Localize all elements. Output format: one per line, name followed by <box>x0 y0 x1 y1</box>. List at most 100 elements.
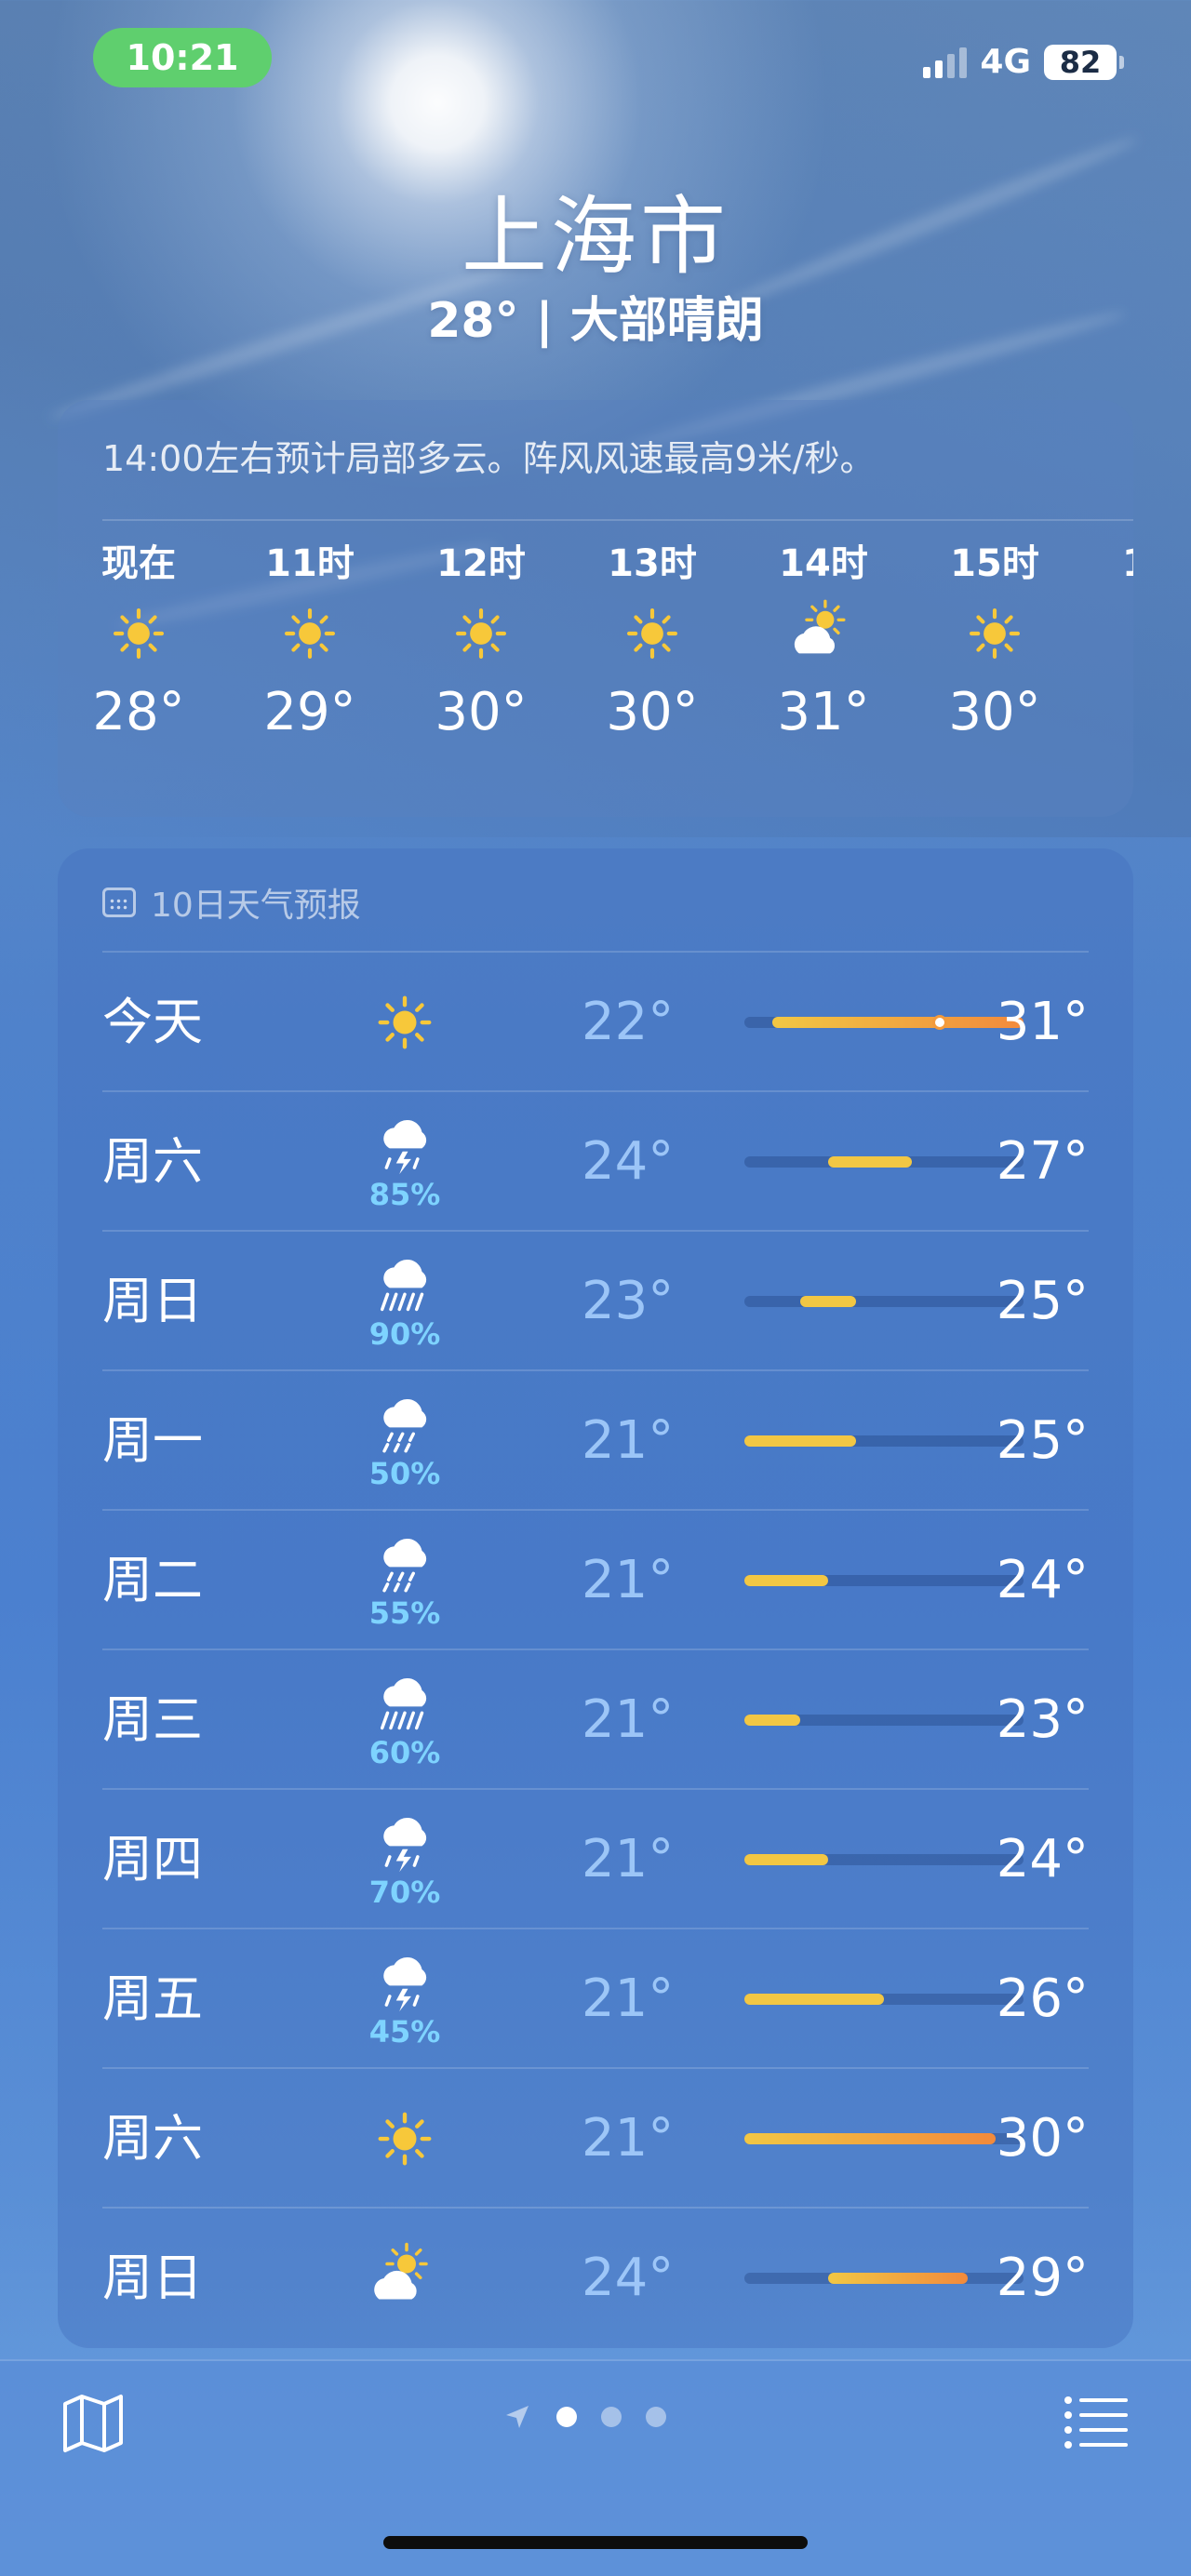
day-name: 周日 <box>102 2249 203 2307</box>
low-temp: 24° <box>582 2248 675 2308</box>
hour-label: 11时 <box>265 542 355 585</box>
day-row[interactable]: 周日 24° 29° <box>102 2207 1089 2348</box>
temp-range-track <box>744 1715 1024 1726</box>
temp-range-bar <box>744 1854 828 1865</box>
temp-range-bar <box>800 1296 856 1307</box>
low-temp: 21° <box>582 1550 675 1610</box>
temp-range-bar <box>744 1575 828 1586</box>
temp-range-track <box>744 1435 1024 1447</box>
precip-chance: 55% <box>368 1595 441 1631</box>
hour-temp: 30° <box>948 682 1041 742</box>
day-name: 周六 <box>102 2109 203 2168</box>
hour-temp: 29° <box>263 682 356 742</box>
current-temp-marker <box>932 1015 947 1030</box>
hourly-forecast-card[interactable]: 14:00左右预计局部多云。阵风风速最高9米/秒。 现在 28° 11时 29°… <box>58 400 1133 817</box>
hour-label: 现在 <box>101 542 176 585</box>
low-temp: 21° <box>582 2108 675 2169</box>
day-row[interactable]: 周六 85% 24° 27° <box>102 1090 1089 1232</box>
day-icon: 85% <box>354 1111 456 1213</box>
calendar-icon <box>102 888 136 917</box>
day-icon: 70% <box>354 1809 456 1911</box>
sun-icon <box>113 607 165 660</box>
day-icon: 55% <box>354 1529 456 1632</box>
sun-icon <box>378 995 432 1049</box>
day-row[interactable]: 周三 60% 21° 23° <box>102 1648 1089 1790</box>
hour-column: 11时 29° <box>240 536 380 750</box>
home-indicator[interactable] <box>383 2536 808 2549</box>
partly-cloudy-icon <box>794 599 846 654</box>
day-name: 今天 <box>102 993 203 1051</box>
hour-temp: 31° <box>777 682 870 742</box>
day-icon: 45% <box>354 1948 456 2050</box>
hour-label: 15时 <box>950 542 1039 585</box>
ten-day-forecast-card[interactable]: 10日天气预报 今天 22° 31° 周六 85% 24° 27° 周日 90%… <box>58 848 1133 2348</box>
low-temp: 22° <box>582 992 675 1052</box>
high-temp: 27° <box>996 1131 1089 1192</box>
temp-range-bar <box>828 1156 912 1168</box>
list-icon <box>1064 2396 1128 2449</box>
temp-range-bar <box>744 1994 884 2005</box>
map-button[interactable] <box>60 2389 127 2456</box>
battery-icon: 82 <box>1044 44 1124 80</box>
signal-icon <box>923 47 968 78</box>
thunderstorm-icon <box>383 1817 427 1873</box>
temp-range-track <box>744 1994 1024 2005</box>
precip-chance: 60% <box>368 1735 441 1770</box>
page-dot[interactable] <box>601 2407 622 2427</box>
day-icon: 90% <box>354 1250 456 1353</box>
day-icon: 50% <box>354 1390 456 1492</box>
thunderstorm-icon <box>383 1119 427 1175</box>
high-temp: 31° <box>996 992 1089 1052</box>
day-name: 周五 <box>102 1969 203 2028</box>
temp-range-bar <box>744 1435 856 1447</box>
hour-column: 15时 30° <box>925 536 1064 750</box>
day-row[interactable]: 周四 70% 21° 24° <box>102 1788 1089 1929</box>
day-row[interactable]: 周日 90% 23° 25° <box>102 1230 1089 1371</box>
sun-icon <box>378 2112 432 2166</box>
hour-temp: 30° <box>606 682 699 742</box>
precip-chance: 85% <box>368 1177 441 1212</box>
precip-chance: 70% <box>368 1875 441 1910</box>
low-temp: 21° <box>582 1689 675 1750</box>
forecast-note: 14:00左右预计局部多云。阵风风速最高9米/秒。 <box>102 438 876 479</box>
sun-icon <box>455 607 507 660</box>
day-icon <box>354 971 456 1074</box>
high-temp: 26° <box>996 1969 1089 2029</box>
hour-column: 12时 30° <box>411 536 551 750</box>
day-name: 周三 <box>102 1690 203 1749</box>
day-icon: 60% <box>354 1669 456 1771</box>
page-indicator[interactable] <box>502 2402 666 2432</box>
day-row[interactable]: 周五 45% 21° 26° <box>102 1928 1089 2069</box>
day-name: 周二 <box>102 1551 203 1609</box>
hour-column: 13时 30° <box>582 536 722 750</box>
page-dot[interactable] <box>646 2407 666 2427</box>
hour-label: 14时 <box>779 542 868 585</box>
rain-icon <box>382 1398 427 1453</box>
low-temp: 24° <box>582 1131 675 1192</box>
ten-day-header: 10日天气预报 <box>102 878 361 927</box>
hour-label-partial: 1 <box>1122 536 1133 592</box>
temp-range-track <box>744 2133 1024 2144</box>
rain-icon <box>382 1538 427 1593</box>
temp-range-track <box>744 1575 1024 1586</box>
day-row[interactable]: 今天 22° 31° <box>102 951 1089 1092</box>
high-temp: 29° <box>996 2248 1089 2308</box>
high-temp: 24° <box>996 1550 1089 1610</box>
day-row[interactable]: 周六 21° 30° <box>102 2067 1089 2209</box>
hour-icon <box>411 592 551 675</box>
heavy-rain-icon <box>380 1677 427 1730</box>
day-row[interactable]: 周一 50% 21° 25° <box>102 1369 1089 1511</box>
sun-icon <box>626 607 678 660</box>
list-button[interactable] <box>1063 2393 1130 2449</box>
temp-range-bar <box>744 1715 800 1726</box>
day-row[interactable]: 周二 55% 21° 24° <box>102 1509 1089 1650</box>
day-icon <box>354 2227 456 2329</box>
hour-icon <box>925 592 1064 675</box>
heavy-rain-icon <box>380 1259 427 1312</box>
current-summary: 28° | 大部晴朗 <box>427 293 764 349</box>
hour-icon <box>240 592 380 675</box>
day-name: 周一 <box>102 1411 203 1470</box>
page-dot-active[interactable] <box>556 2407 577 2427</box>
hour-temp: 30° <box>435 682 528 742</box>
hour-icon <box>69 592 208 675</box>
